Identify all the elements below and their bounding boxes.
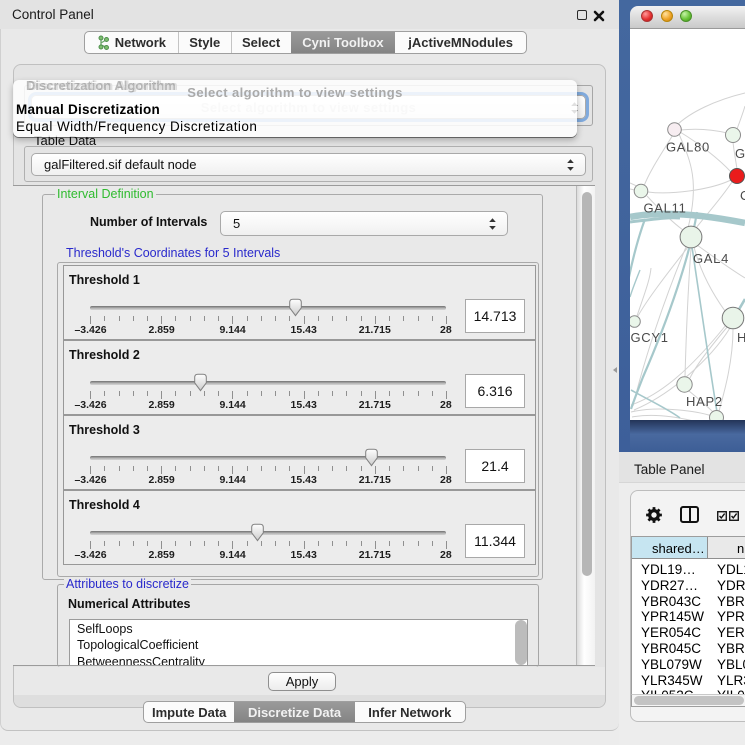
svg-text:GAL80: GAL80 xyxy=(666,140,710,155)
svg-text:G.: G. xyxy=(735,146,745,161)
svg-text:GAL4: GAL4 xyxy=(693,251,729,266)
svg-text:GCY1: GCY1 xyxy=(631,330,669,345)
svg-text:HAP2: HAP2 xyxy=(686,394,723,409)
svg-text:C: C xyxy=(740,188,745,203)
svg-text:H: H xyxy=(737,330,745,345)
svg-text:GAL11: GAL11 xyxy=(644,201,687,216)
